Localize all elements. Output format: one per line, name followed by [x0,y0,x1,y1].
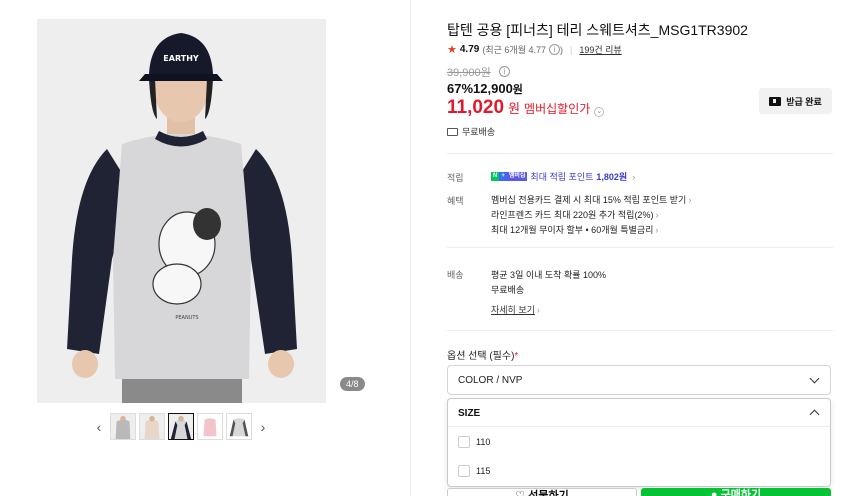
model-photo-illustration: EARTHY PEANUTS [37,19,326,403]
product-title: 탑텐 공용 [피너츠] 테리 스웨트셔츠_MSG1TR3902 [447,22,748,38]
star-icon: ★ [447,44,457,56]
thumbnail[interactable] [139,413,165,440]
divider [447,247,833,248]
divider [447,153,833,154]
svg-text:EARTHY: EARTHY [163,54,199,63]
sale-amount: 12,900 [473,81,513,96]
color-select[interactable]: COLOR / NVP [447,365,831,395]
thumbnail-strip: ‹ › [91,413,271,440]
benefit-item[interactable]: 멤버십 전용카드 결제 시 최대 15% 적립 포인트 받기 › [491,193,691,206]
thumbnail-active[interactable] [168,413,194,440]
rating-summary: ★ 4.79 (최근 6개월 4.77 i) | 199건 리뷰 [447,43,622,56]
prev-arrow-icon[interactable]: ‹ [91,419,107,435]
truck-icon [447,127,458,136]
checkbox[interactable] [458,465,470,477]
chevron-right-icon: › [655,210,659,220]
discount-rate: 67% [447,81,474,96]
benefit-item[interactable]: 라인프렌즈 카드 최대 220원 추가 적립(2%) › [491,208,658,221]
size-option[interactable]: 110 [458,436,490,448]
next-arrow-icon[interactable]: › [255,419,271,435]
chevron-right-icon: › [536,305,540,315]
naverpay-badge-icon: N + 멤버십 [491,172,528,181]
delivery-fee: 무료배송 [491,285,525,295]
delivery-estimate: 평균 3일 이내 도착 확률 100% [491,270,607,280]
review-link[interactable]: 199건 리뷰 [579,43,621,56]
info-icon[interactable]: i [548,44,560,55]
thumbnail[interactable] [110,413,136,440]
main-product-photo[interactable]: EARTHY PEANUTS [37,19,326,403]
delivery-detail-link[interactable]: 자세히 보기 › [491,303,540,316]
size-select-header[interactable]: SIZE [448,399,830,427]
benefit-item[interactable]: 최대 12개월 무이자 할부 • 60개월 특별금리 › [491,223,658,236]
points-value: 1,802원 [596,172,628,182]
delivery-label: 배송 [447,270,464,280]
svg-text:PEANUTS: PEANUTS [175,315,198,321]
price-info-icon[interactable]: i [499,66,510,77]
divider [447,330,833,331]
coupon-icon [769,96,782,106]
checkbox[interactable] [458,436,470,448]
points-label: 적립 [447,173,464,183]
chevron-right-icon: › [688,195,692,205]
points-row[interactable]: N + 멤버십 최대 적립 포인트 1,802원 › [491,170,635,183]
chevron-down-icon [809,373,820,384]
rating-detail: (최근 6개월 4.77 i) [482,44,563,55]
chevron-down-icon[interactable]: ⌄ [594,107,605,117]
chevron-right-icon: › [655,225,659,235]
option-title: 옵션 선택 (필수)* [447,351,519,362]
size-select-label: SIZE [458,408,481,419]
thumbnail[interactable] [197,413,223,440]
image-counter: 4/8 [340,377,365,391]
size-option[interactable]: 115 [458,465,490,477]
thumbnail[interactable] [226,413,252,440]
chevron-up-icon [809,409,820,420]
size-dropdown[interactable]: SIZE 110 115 [447,398,831,487]
rating-score: 4.79 [459,44,480,55]
gift-button[interactable]: ♡ 선물하기 [447,488,637,496]
benefits-label: 혜택 [447,196,464,206]
member-price-amount: 11,020 [447,97,505,118]
buy-button[interactable]: ● 구매하기 [641,488,831,496]
original-price: 39,900원 [447,67,491,79]
free-shipping-tag: 무료배송 [447,125,495,138]
product-gallery: EARTHY PEANUTS 4/8 ‹ › [0,0,411,496]
sale-price: 67%12,900원 [447,81,523,96]
member-price[interactable]: 11,020 원 멤버십할인가 ⌄ [447,97,605,119]
color-select-value: COLOR / NVP [458,375,523,386]
member-price-label: 멤버십할인가 [524,102,591,116]
chevron-right-icon: › [632,171,636,182]
coupon-button[interactable]: 받급 완료 [759,88,832,114]
divider: | [569,44,573,55]
